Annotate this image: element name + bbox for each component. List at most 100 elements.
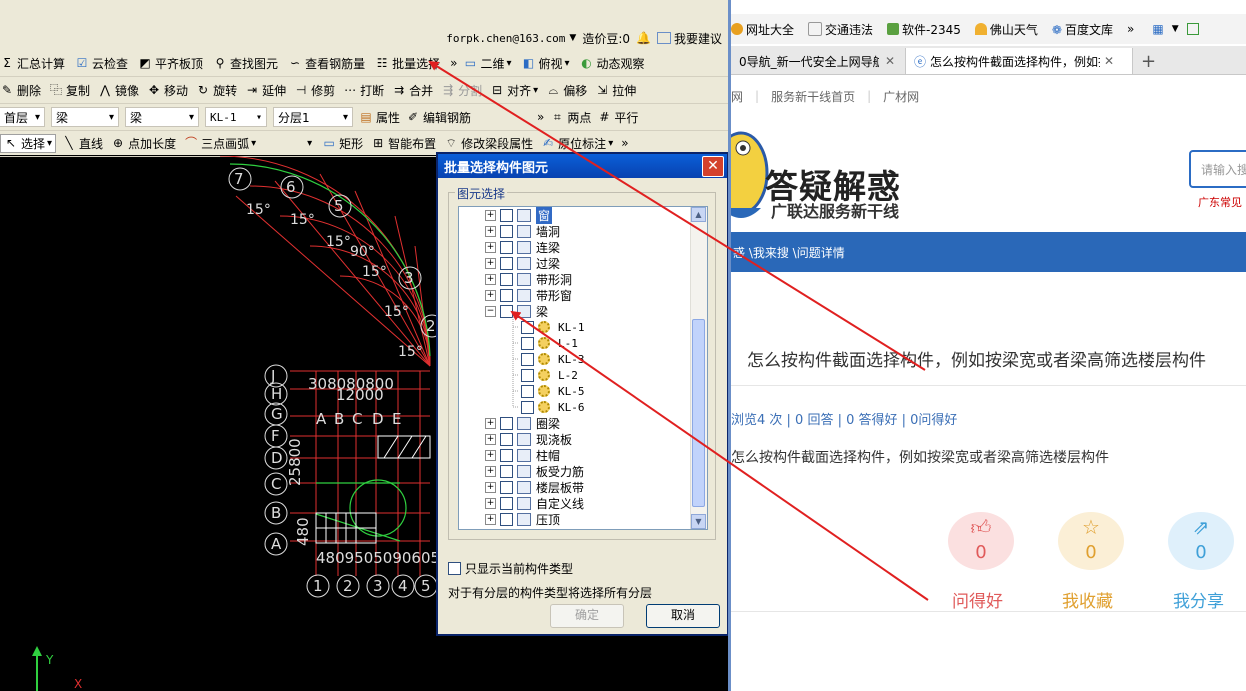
share-button[interactable]: ⇗ 0: [1168, 512, 1234, 570]
overflow-chevron-icon[interactable]: »: [621, 136, 628, 150]
site-nav-link[interactable]: 服务新干线首页: [771, 88, 855, 105]
split-button[interactable]: ⇶ 分割: [441, 82, 482, 99]
tree-leaf[interactable]: KL-3: [521, 351, 585, 367]
cloud-check-button[interactable]: ☑ 云检查: [75, 55, 128, 72]
stretch-button[interactable]: ⇲ 拉伸: [595, 82, 636, 99]
tree-scrollbar[interactable]: ▲ ▼: [690, 207, 707, 529]
dynamic-observe-button[interactable]: ◐ 动态观察: [580, 55, 644, 72]
subtype-select[interactable]: 梁 ▾: [125, 107, 199, 127]
tab-close-icon[interactable]: ✕: [1104, 54, 1114, 68]
select-button[interactable]: ↖ 选择 ▾: [0, 133, 57, 153]
smart-layout-button[interactable]: ⊞ 智能布置: [371, 135, 436, 152]
bookmark-item[interactable]: 佛山天气: [974, 21, 1038, 38]
window-icon[interactable]: [1186, 23, 1199, 35]
share-label[interactable]: 我分享: [1173, 587, 1224, 612]
tab-close-icon[interactable]: ✕: [885, 54, 895, 68]
scroll-down-icon[interactable]: ▼: [691, 514, 706, 529]
dialog-titlebar[interactable]: 批量选择构件图元 ✕: [438, 154, 727, 178]
tree-checkbox[interactable]: [521, 400, 534, 414]
component-type-icon: [517, 240, 531, 254]
bookmark-item[interactable]: 网址大全: [731, 21, 794, 38]
bookmark-item[interactable]: 软件-2345: [887, 21, 961, 38]
bell-icon[interactable]: 🔔: [636, 31, 651, 45]
properties-button[interactable]: ▤ 属性: [359, 109, 400, 126]
summary-calc-button[interactable]: Σ 汇总计算: [0, 55, 65, 72]
batch-select-button[interactable]: ☷ 批量选择: [375, 55, 440, 72]
scroll-thumb[interactable]: [692, 319, 705, 507]
member-select[interactable]: KL-1 ▾: [205, 107, 267, 127]
top-view-dropdown[interactable]: ◧ 俯视 ▾: [521, 55, 570, 72]
suggest-link[interactable]: 我要建议: [674, 30, 722, 47]
tree-leaf[interactable]: L-2: [521, 367, 578, 383]
search-input[interactable]: 请输入搜: [1189, 150, 1246, 188]
orbit-icon: ◐: [581, 56, 592, 70]
tree-leaf[interactable]: KL-5: [521, 383, 585, 399]
floor-select[interactable]: 首层 ▾: [0, 107, 45, 127]
breadcrumb[interactable]: 惑 \我来搜 \问题详情: [733, 244, 845, 261]
bookmark-item[interactable]: 交通违法: [808, 21, 873, 38]
tab-navigation[interactable]: 0导航_新一代安全上网导航 ✕: [731, 48, 906, 74]
like-button[interactable]: 👍︎ 0: [948, 512, 1014, 570]
tree-checkbox[interactable]: [521, 368, 534, 382]
faq-link[interactable]: 广东常见: [1198, 194, 1242, 210]
only-current-row[interactable]: 只显示当前构件类型: [448, 560, 573, 577]
view-rebar-button[interactable]: ∽ 查看钢筋量: [288, 55, 365, 72]
point-length-button[interactable]: ⊕ 点加长度: [111, 135, 176, 152]
bookmark-item[interactable]: ❁ 百度文库: [1052, 21, 1113, 38]
like-label[interactable]: 问得好: [952, 587, 1003, 612]
dropdown-arrow-icon[interactable]: ▼: [569, 33, 576, 43]
tab-question[interactable]: ⓔ 怎么按构件截面选择构件，例如打 ✕: [906, 48, 1133, 74]
modify-beam-props-button[interactable]: ⌔ 修改梁段属性: [444, 135, 534, 152]
component-type-icon: [517, 448, 531, 462]
find-element-button[interactable]: ⚲ 查找图元: [213, 55, 278, 72]
rotate-button[interactable]: ↻ 旋转: [196, 82, 237, 99]
three-point-arc-button[interactable]: ⌒ 三点画弧 ▾: [184, 135, 256, 152]
view-2d-dropdown[interactable]: ▭ 二维 ▾: [463, 55, 512, 72]
overflow-chevron-icon[interactable]: »: [537, 110, 544, 124]
suggest-icon[interactable]: [656, 32, 671, 44]
line-button[interactable]: ╲ 直线: [62, 135, 103, 152]
scroll-up-icon[interactable]: ▲: [691, 207, 706, 222]
only-current-checkbox[interactable]: [448, 562, 461, 575]
favorite-label[interactable]: 我收藏: [1062, 587, 1113, 612]
bookmarks-overflow-icon[interactable]: »: [1127, 22, 1134, 36]
delete-button[interactable]: ✎ 删除: [0, 82, 41, 99]
two-point-button[interactable]: ⌗ 两点: [550, 109, 591, 126]
close-icon[interactable]: ✕: [702, 156, 724, 177]
level-top-button[interactable]: ◩ 平齐板顶: [138, 55, 203, 72]
tree-checkbox[interactable]: [521, 336, 534, 350]
apps-grid-icon[interactable]: ▦: [1152, 22, 1163, 36]
menu-dropdown-icon[interactable]: ▼: [1172, 24, 1179, 34]
layer-select[interactable]: 分层1 ▾: [273, 107, 353, 127]
ok-button[interactable]: 确定: [550, 604, 624, 628]
tree-leaf[interactable]: KL-6: [521, 399, 585, 415]
favorite-button[interactable]: ☆ 0: [1058, 512, 1124, 570]
account-email[interactable]: forpk.chen@163.com: [446, 32, 565, 45]
new-tab-button[interactable]: +: [1133, 48, 1164, 74]
site-nav-link[interactable]: 网: [731, 88, 743, 105]
tree-leaf[interactable]: KL-1: [521, 319, 585, 335]
mirror-button[interactable]: ⋀ 镜像: [98, 82, 139, 99]
offset-button[interactable]: ⌓ 偏移: [546, 82, 587, 99]
in-place-annotation-button[interactable]: ✍ 原位标注 ▾: [541, 135, 613, 152]
tree-checkbox[interactable]: [521, 352, 534, 366]
overflow-chevron-icon[interactable]: »: [450, 56, 457, 70]
tree-checkbox[interactable]: [521, 320, 534, 334]
site-nav-link[interactable]: 广材网: [883, 88, 919, 105]
tree-leaf[interactable]: L-1: [521, 335, 578, 351]
edit-rebar-button[interactable]: ✐ 编辑钢筋: [406, 109, 471, 126]
extend-button[interactable]: ⇥ 延伸: [245, 82, 286, 99]
rectangle-button[interactable]: ▭ 矩形: [322, 135, 363, 152]
parallel-button[interactable]: # 平行: [597, 109, 638, 126]
align-dropdown[interactable]: ⊟ 对齐 ▾: [490, 82, 538, 99]
cancel-button[interactable]: 取消: [646, 604, 720, 628]
tree-checkbox[interactable]: [521, 384, 534, 398]
break-button[interactable]: ⋯ 打断: [343, 82, 384, 99]
component-tree[interactable]: + 窗 + 墙洞 + 连梁 + 过梁 + 带形洞 + 带形窗 − 梁 KL-1 L-1 KL-3 L-2 KL-5 K…: [458, 206, 708, 530]
trim-button[interactable]: ⊣ 修剪: [294, 82, 335, 99]
merge-button[interactable]: ⇉ 合并: [392, 82, 433, 99]
copy-button[interactable]: ⿻复制: [49, 82, 90, 99]
arc-option-select[interactable]: ▾: [264, 134, 316, 152]
move-button[interactable]: ✥ 移动: [147, 82, 188, 99]
category-select[interactable]: 梁 ▾: [51, 107, 119, 127]
